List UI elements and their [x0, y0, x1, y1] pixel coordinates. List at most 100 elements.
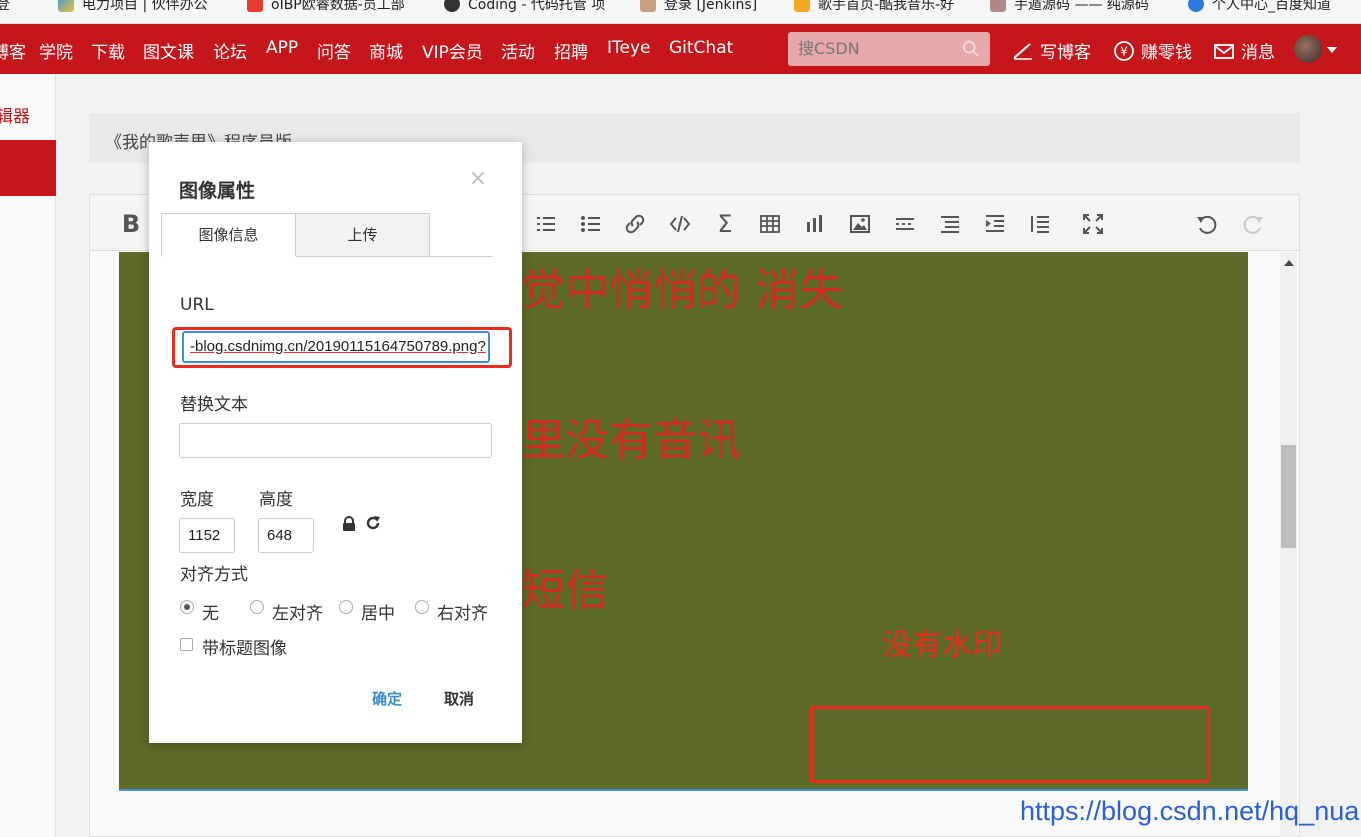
editor-scrollbar[interactable] — [1280, 252, 1297, 837]
bookmark-icon — [247, 0, 263, 12]
search-icon[interactable] — [962, 40, 980, 58]
nav-item-events[interactable]: 活动 — [501, 38, 535, 63]
nav-item-mall[interactable]: 商城 — [369, 38, 403, 63]
reset-size-icon[interactable] — [364, 514, 382, 532]
height-field[interactable] — [258, 518, 314, 553]
bookmark-item[interactable]: 登 — [0, 0, 10, 14]
top-nav: 博客 学院 下载 图文课 论坛 APP 问答 商城 VIP会员 活动 招聘 IT… — [0, 24, 1361, 74]
link-icon — [625, 214, 645, 234]
code-icon — [669, 215, 691, 233]
align-right-radio[interactable] — [415, 600, 429, 614]
bookmark-label: 登录 [Jenkins] — [664, 0, 758, 13]
align-right-label[interactable]: 右对齐 — [437, 599, 488, 624]
scrollbar-thumb[interactable] — [1281, 445, 1296, 548]
search-box — [788, 32, 990, 66]
nav-item-qa[interactable]: 问答 — [317, 38, 351, 63]
toc-button[interactable] — [937, 211, 963, 237]
image-icon — [850, 215, 870, 233]
bookmark-icon — [58, 0, 74, 12]
nav-item-graphic-course[interactable]: 图文课 — [143, 38, 194, 63]
bookmark-item[interactable]: 手遁源码 —— 纯源码 — [990, 0, 1149, 14]
image-bottom-border — [119, 789, 1248, 791]
chart-button[interactable] — [802, 211, 828, 237]
lyric-line: 短信 — [521, 565, 609, 616]
nav-item-jobs[interactable]: 招聘 — [554, 38, 588, 63]
coin-icon: ¥ — [1114, 40, 1134, 61]
caption-checkbox[interactable] — [180, 638, 193, 651]
cancel-button[interactable]: 取消 — [434, 688, 484, 712]
sidebar-label[interactable]: 辑器 — [0, 102, 30, 127]
formula-button[interactable]: Σ — [712, 210, 738, 238]
write-blog-label: 写博客 — [1040, 43, 1091, 63]
url-field[interactable]: -blog.csdnimg.cn/20190115164750789.png? — [182, 331, 490, 363]
fullscreen-button[interactable] — [1080, 211, 1106, 237]
search-input[interactable] — [798, 39, 958, 58]
nav-item-iteye[interactable]: ITeye — [607, 38, 651, 58]
alt-text-field[interactable] — [179, 423, 492, 458]
bookmark-item[interactable]: 电力项目 | 伙伴办公 — [58, 0, 208, 14]
chevron-down-icon[interactable] — [1327, 47, 1337, 53]
bookmark-icon — [444, 0, 460, 12]
earn-money-link[interactable]: ¥ 赚零钱 — [1113, 38, 1192, 63]
align-center-radio[interactable] — [339, 600, 353, 614]
bullet-list-button[interactable] — [578, 211, 604, 237]
align-center-label[interactable]: 居中 — [361, 599, 395, 624]
bold-button[interactable]: B — [118, 210, 144, 238]
nav-item-blog[interactable]: 博客 — [0, 38, 26, 63]
code-button[interactable] — [667, 211, 693, 237]
list-icon — [1031, 216, 1049, 233]
fullscreen-icon — [1083, 214, 1103, 234]
scroll-up-icon[interactable] — [1284, 260, 1294, 266]
earn-money-label: 赚零钱 — [1141, 43, 1192, 63]
bookmark-item[interactable]: oIBP欧睿数据-员工部 — [247, 0, 405, 14]
ordered-list-icon — [537, 217, 555, 231]
table-button[interactable] — [757, 211, 783, 237]
tab-image-info[interactable]: 图像信息 — [161, 213, 296, 257]
redo-button[interactable] — [1240, 211, 1266, 237]
bookmark-item[interactable]: 登录 [Jenkins] — [640, 0, 757, 14]
align-none-label[interactable]: 无 — [202, 599, 219, 624]
bookmark-label: 电力项目 | 伙伴办公 — [82, 0, 208, 13]
lock-icon[interactable] — [341, 516, 357, 532]
bookmark-item[interactable]: Coding - 代码托管 项 — [444, 0, 605, 14]
bookmark-label: 歌手首页-酷我音乐-好 — [818, 0, 955, 13]
nav-item-forum[interactable]: 论坛 — [213, 38, 247, 63]
radio-selected-dot — [184, 604, 190, 610]
bookmark-item[interactable]: 个人中心_百度知道 — [1188, 0, 1331, 14]
url-label: URL — [180, 295, 214, 315]
caption-label[interactable]: 带标题图像 — [202, 634, 287, 659]
write-blog-link[interactable]: 写博客 — [1012, 38, 1091, 63]
avatar[interactable] — [1294, 35, 1322, 63]
divider-button[interactable] — [892, 211, 918, 237]
messages-link[interactable]: 消息 — [1213, 38, 1275, 63]
tab-upload[interactable]: 上传 — [295, 213, 430, 257]
ok-button[interactable]: 确定 — [362, 688, 412, 712]
ordered-list-button[interactable] — [533, 211, 559, 237]
sidebar-active-item[interactable] — [0, 140, 56, 196]
image-button[interactable] — [847, 211, 873, 237]
nav-item-app[interactable]: APP — [266, 38, 298, 58]
csdn-watermark-url: https://blog.csdn.net/hq_nuan — [1020, 796, 1361, 826]
list-button[interactable] — [1027, 211, 1053, 237]
link-button[interactable] — [622, 211, 648, 237]
undo-button[interactable] — [1194, 211, 1220, 237]
svg-text:¥: ¥ — [1120, 44, 1128, 58]
undo-icon — [1197, 215, 1217, 234]
align-left-label[interactable]: 左对齐 — [272, 599, 323, 624]
lyric-line: 里没有音讯 — [521, 415, 741, 466]
close-icon[interactable]: × — [467, 168, 489, 190]
align-left-radio[interactable] — [250, 600, 264, 614]
indent-button[interactable] — [982, 211, 1008, 237]
align-none-radio[interactable] — [180, 600, 194, 614]
redo-icon — [1243, 215, 1263, 234]
bar-chart-icon — [807, 215, 822, 232]
nav-item-academy[interactable]: 学院 — [39, 38, 73, 63]
nav-item-vip[interactable]: VIP会员 — [422, 38, 483, 63]
nav-item-download[interactable]: 下载 — [91, 38, 125, 63]
mail-icon — [1214, 43, 1234, 59]
bookmark-item[interactable]: 歌手首页-酷我音乐-好 — [794, 0, 954, 14]
bookmark-label: 个人中心_百度知道 — [1212, 0, 1331, 13]
table-icon — [760, 215, 780, 233]
width-field[interactable] — [179, 518, 235, 553]
nav-item-gitchat[interactable]: GitChat — [669, 38, 733, 58]
